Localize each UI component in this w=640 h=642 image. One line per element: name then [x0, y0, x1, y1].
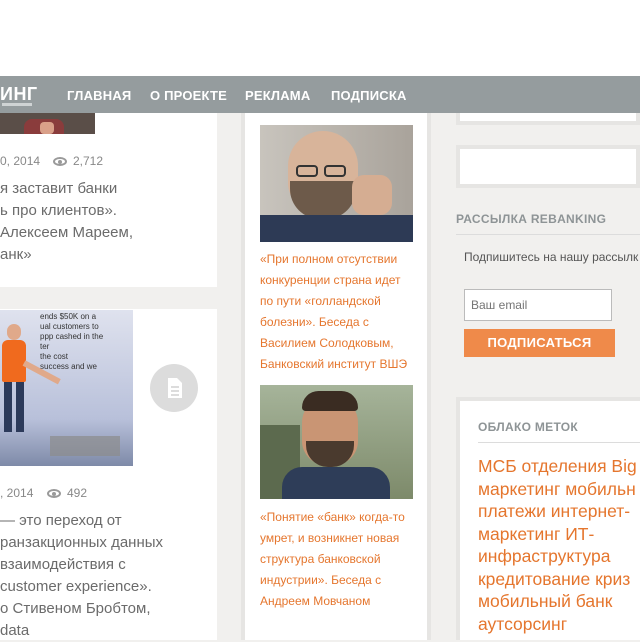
document-icon[interactable]: [150, 364, 198, 412]
sidebar-widget-top: [456, 113, 640, 125]
subscribe-button[interactable]: ПОДПИСАТЬСЯ: [464, 329, 615, 357]
interview-photo[interactable]: [260, 125, 413, 242]
post-title[interactable]: я заставит банки ь про клиентов». Алексе…: [0, 178, 133, 266]
logo-tagline: [2, 103, 32, 106]
newsletter-title: РАССЫЛКА REBANKING: [456, 212, 607, 226]
top-banner-area: [0, 0, 640, 76]
post-thumbnail[interactable]: ends $50K on a ual customers to ppp cash…: [0, 310, 133, 466]
nav-item-advertising[interactable]: РЕКЛАМА: [245, 88, 310, 103]
views-count: 492: [67, 486, 88, 500]
interview-title[interactable]: «Понятие «банк» когда-то умрет, и возник…: [260, 507, 405, 612]
email-field[interactable]: [464, 289, 612, 321]
divider: [478, 442, 640, 443]
tag-cloud[interactable]: МСБ отделения Big маркетинг мобильн плат…: [478, 455, 637, 635]
eye-icon: [47, 489, 61, 498]
post-thumbnail[interactable]: [0, 113, 95, 134]
sidebar-search-widget: [456, 145, 640, 188]
slide-text: ends $50K on a ual customers to ppp cash…: [40, 312, 104, 371]
newsletter-text: Подпишитесь на нашу рассылк: [464, 250, 639, 264]
post-views: 2,712: [53, 154, 103, 168]
site-logo[interactable]: ИНГ: [0, 84, 38, 105]
views-count: 2,712: [73, 154, 104, 168]
tag-cloud-title: ОБЛАКО МЕТОК: [478, 420, 579, 434]
nav-item-subscription[interactable]: ПОДПИСКА: [331, 88, 407, 103]
nav-item-home[interactable]: ГЛАВНАЯ: [67, 88, 131, 103]
nav-item-about[interactable]: О ПРОЕКТЕ: [150, 88, 227, 103]
post-views: 492: [47, 486, 87, 500]
divider: [456, 234, 640, 235]
interview-photo[interactable]: [260, 385, 413, 499]
eye-icon: [53, 157, 67, 166]
post-date: , 2014: [0, 486, 34, 500]
post-title[interactable]: — это переход от ранзакционных данных вз…: [0, 510, 163, 642]
post-date: 0, 2014: [0, 154, 41, 168]
interview-title[interactable]: «При полном отсутствии конкуренции стран…: [260, 249, 407, 375]
